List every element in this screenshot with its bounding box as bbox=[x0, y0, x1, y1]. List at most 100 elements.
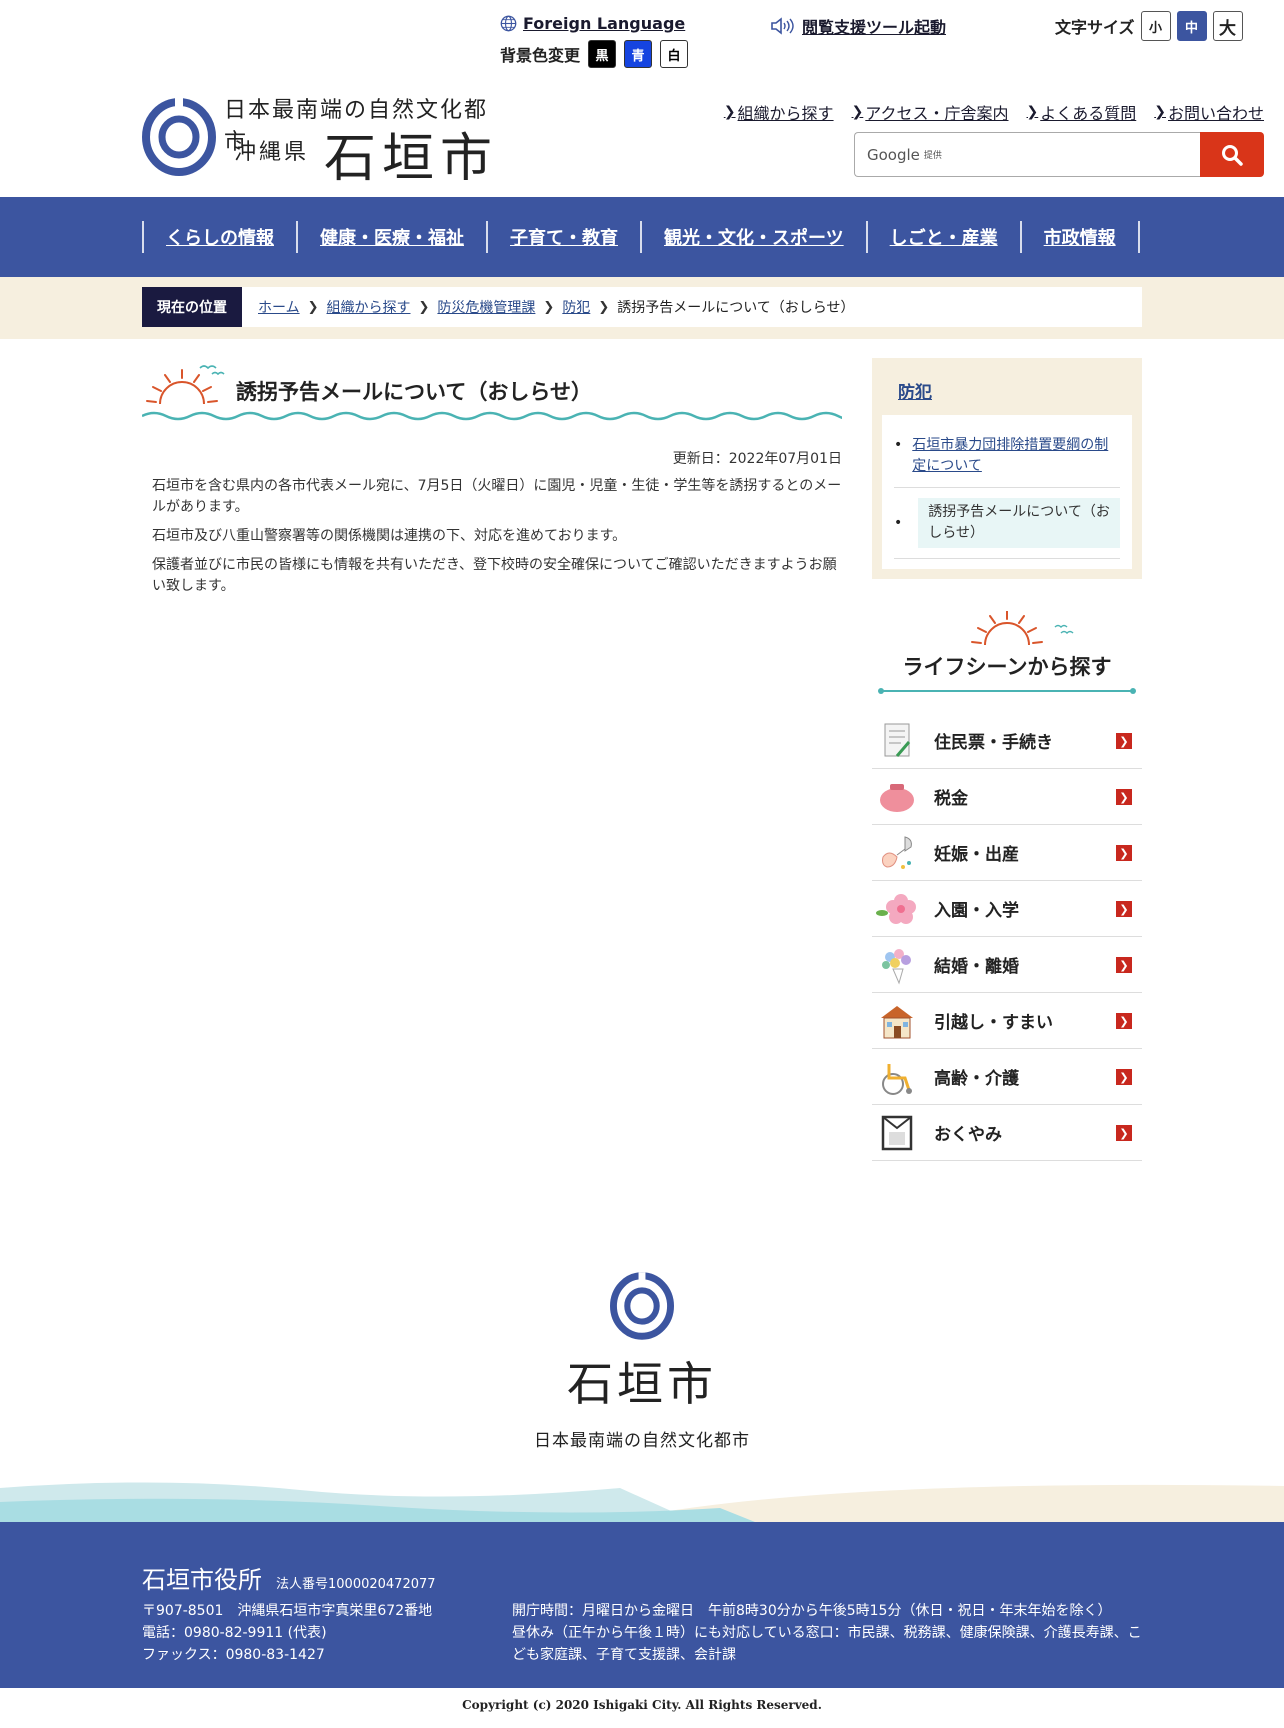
nav-link-tourism[interactable]: 観光・文化・スポーツ bbox=[664, 224, 844, 250]
breadcrumb-current: 誘拐予告メールについて（おしらせ） bbox=[617, 300, 855, 316]
nav-link-government[interactable]: 市政情報 bbox=[1044, 224, 1116, 250]
quick-link-access[interactable]: ❯ アクセス・庁舎案内 bbox=[852, 100, 1009, 124]
sidebar: 防犯 • 石垣市暴力団排除措置要綱の制定について • 誘拐予告メールについて（お… bbox=[872, 358, 1142, 1161]
opening-hours: 開庁時間：月曜日から金曜日 午前8時30分から午後5時15分（休日・祝日・年末年… bbox=[512, 1603, 1112, 1619]
arrow-right-icon: ❯ bbox=[1116, 901, 1132, 917]
chevron-right-icon: ❯ bbox=[851, 104, 864, 120]
chevron-right-icon: ❯ bbox=[307, 299, 319, 315]
search-input[interactable]: Google 提供 bbox=[854, 132, 1200, 177]
foreign-language-link[interactable]: Foreign Language bbox=[500, 14, 685, 33]
site-footer: 石垣市役所 法人番号1000020472077 〒907-8501 沖縄県石垣市… bbox=[0, 1522, 1284, 1688]
nav-item: しごと・産業 bbox=[865, 221, 1020, 253]
speaker-icon bbox=[771, 17, 794, 35]
life-item-moving[interactable]: 引越し・すまい ❯ bbox=[872, 993, 1142, 1049]
arrow-right-icon: ❯ bbox=[1116, 1013, 1132, 1029]
globe-icon bbox=[500, 15, 517, 32]
cherry-blossom-icon bbox=[874, 886, 920, 932]
breadcrumb-category[interactable]: 防犯 bbox=[562, 297, 590, 317]
chevron-right-icon: ❯ bbox=[1154, 104, 1166, 120]
article-paragraph: 石垣市及び八重山警察署等の関係機関は連携の下、対応を進めております。 bbox=[152, 528, 627, 544]
breadcrumb-home[interactable]: ホーム bbox=[258, 297, 300, 317]
chevron-right-icon: ❯ bbox=[418, 299, 430, 315]
category-item-link[interactable]: 石垣市暴力団排除措置要綱の制定について bbox=[912, 435, 1120, 477]
category-heading: 防犯 bbox=[898, 378, 1132, 403]
search-icon bbox=[1222, 144, 1243, 166]
nav-link-health[interactable]: 健康・医療・福祉 bbox=[320, 224, 464, 250]
article-paragraph: 保護者並びに市民の皆様にも情報を共有いただき、登下校時の安全確保についてご確認い… bbox=[152, 557, 837, 594]
life-item-tax[interactable]: 税金 ❯ bbox=[872, 769, 1142, 825]
chevron-right-icon: ❯ bbox=[1026, 104, 1039, 120]
search-provider: Google bbox=[867, 145, 920, 164]
main-content: 誘拐予告メールについて（おしらせ） 更新日：2022年07月01日 石垣市を含む… bbox=[142, 360, 842, 597]
phone-number: 電話：0980-82-9911 (代表) bbox=[142, 1625, 327, 1641]
breadcrumb-label: 現在の位置 bbox=[142, 287, 242, 327]
life-scene-section: ライフシーンから探す 住民票・手続き ❯ 税金 ❯ 妊娠・出産 ❯ 入園・入学 … bbox=[872, 611, 1142, 1161]
bg-change-label: 背景色変更 bbox=[500, 46, 581, 65]
nav-link-work[interactable]: しごと・産業 bbox=[890, 224, 998, 250]
reader-tool-link[interactable]: 閲覧支援ツール起動 bbox=[770, 14, 946, 38]
site-search: Google 提供 bbox=[854, 132, 1264, 177]
search-provider-sub: 提供 bbox=[923, 151, 942, 161]
office-name: 石垣市役所 bbox=[142, 1566, 262, 1594]
chevron-right-icon: ❯ bbox=[723, 104, 736, 120]
life-item-marriage[interactable]: 結婚・離婚 ❯ bbox=[872, 937, 1142, 993]
life-scene-list: 住民票・手続き ❯ 税金 ❯ 妊娠・出産 ❯ 入園・入学 ❯ 結婚・離婚 ❯ 引… bbox=[872, 713, 1142, 1161]
font-size-label: 文字サイズ bbox=[1055, 18, 1135, 37]
list-item: • 石垣市暴力団排除措置要綱の制定について bbox=[894, 425, 1120, 488]
quick-link-organization[interactable]: ❯ 組織から探す bbox=[724, 100, 834, 124]
life-item-elderly[interactable]: 高齢・介護 ❯ bbox=[872, 1049, 1142, 1105]
chevron-right-icon: ❯ bbox=[543, 299, 555, 315]
corporate-number: 法人番号1000020472077 bbox=[276, 1577, 436, 1592]
life-item-condolence[interactable]: おくやみ ❯ bbox=[872, 1105, 1142, 1161]
purse-icon bbox=[874, 774, 920, 820]
article-body: 石垣市を含む県内の各市代表メール宛に、7月5日（火曜日）に園児・児童・生徒・学生… bbox=[142, 476, 842, 597]
article-paragraph: 石垣市を含む県内の各市代表メール宛に、7月5日（火曜日）に園児・児童・生徒・学生… bbox=[152, 478, 842, 515]
search-button[interactable] bbox=[1200, 132, 1264, 177]
updated-date: 更新日：2022年07月01日 bbox=[672, 451, 842, 467]
life-item-school[interactable]: 入園・入学 ❯ bbox=[872, 881, 1142, 937]
sunrise-icon bbox=[146, 365, 225, 405]
footer-tagline: 日本最南端の自然文化都市 bbox=[534, 1431, 750, 1451]
font-small-button[interactable]: 小 bbox=[1140, 11, 1171, 41]
bg-black-button[interactable]: 黒 bbox=[588, 40, 617, 68]
arrow-right-icon: ❯ bbox=[1116, 1069, 1132, 1085]
reader-tool-label: 閲覧支援ツール起動 bbox=[802, 18, 947, 37]
nav-item: 健康・医療・福祉 bbox=[296, 221, 486, 253]
category-box: 防犯 • 石垣市暴力団排除措置要綱の制定について • 誘拐予告メールについて（お… bbox=[872, 358, 1142, 579]
nav-link-childcare[interactable]: 子育て・教育 bbox=[510, 224, 618, 250]
mourning-frame-icon bbox=[874, 1110, 920, 1156]
lunch-service: 昼休み（正午から午後１時）にも対応している窓口：市民課、税務課、健康保険課、介護… bbox=[512, 1625, 1142, 1663]
document-icon bbox=[874, 718, 920, 764]
life-item-procedures[interactable]: 住民票・手続き ❯ bbox=[872, 713, 1142, 769]
foreign-language-label: Foreign Language bbox=[523, 14, 686, 33]
life-item-pregnancy[interactable]: 妊娠・出産 ❯ bbox=[872, 825, 1142, 881]
logo-city-name: 石垣市 bbox=[324, 129, 499, 189]
breadcrumb-department[interactable]: 防災危機管理課 bbox=[437, 297, 535, 317]
font-large-button[interactable]: 大 bbox=[1212, 11, 1243, 41]
nav-item: 観光・文化・スポーツ bbox=[640, 221, 866, 253]
quick-links: ❯ 組織から探す ❯ アクセス・庁舎案内 ❯ よくある質問 ❯ お問い合わせ bbox=[724, 100, 1264, 124]
breadcrumb-organization[interactable]: 組織から探す bbox=[327, 297, 411, 317]
global-navigation: くらしの情報 健康・医療・福祉 子育て・教育 観光・文化・スポーツ しごと・産業… bbox=[0, 197, 1284, 277]
font-medium-button[interactable]: 中 bbox=[1176, 11, 1207, 41]
breadcrumb-bar: 現在の位置 ホーム ❯ 組織から探す ❯ 防災危機管理課 ❯ 防犯 ❯ 誘拐予告… bbox=[0, 277, 1284, 339]
arrow-right-icon: ❯ bbox=[1116, 845, 1132, 861]
page-title-block: 誘拐予告メールについて（おしらせ） bbox=[142, 360, 842, 421]
current-page-label: 誘拐予告メールについて（おしらせ） bbox=[918, 498, 1120, 548]
page-title: 誘拐予告メールについて（おしらせ） bbox=[236, 380, 592, 404]
city-emblem-icon bbox=[610, 1272, 674, 1340]
quick-link-contact[interactable]: ❯ お問い合わせ bbox=[1154, 100, 1264, 124]
breadcrumb: 現在の位置 ホーム ❯ 組織から探す ❯ 防災危機管理課 ❯ 防犯 ❯ 誘拐予告… bbox=[142, 287, 1142, 327]
quick-link-faq[interactable]: ❯ よくある質問 bbox=[1027, 100, 1137, 124]
fax-number: ファックス：0980-83-1427 bbox=[142, 1647, 325, 1663]
nav-link-living[interactable]: くらしの情報 bbox=[166, 224, 274, 250]
list-item-current: • 誘拐予告メールについて（おしらせ） bbox=[894, 488, 1120, 559]
site-logo[interactable]: 日本最南端の自然文化都市 沖縄県 石垣市 bbox=[142, 92, 502, 189]
arrow-right-icon: ❯ bbox=[1116, 733, 1132, 749]
background-color-switcher: 背景色変更 黒 青 白 bbox=[500, 40, 689, 68]
arrow-right-icon: ❯ bbox=[1116, 789, 1132, 805]
bg-blue-button[interactable]: 青 bbox=[624, 40, 653, 68]
category-link[interactable]: 防犯 bbox=[898, 383, 932, 403]
logo-prefecture: 沖縄県 bbox=[234, 140, 310, 165]
bg-white-button[interactable]: 白 bbox=[660, 40, 689, 68]
